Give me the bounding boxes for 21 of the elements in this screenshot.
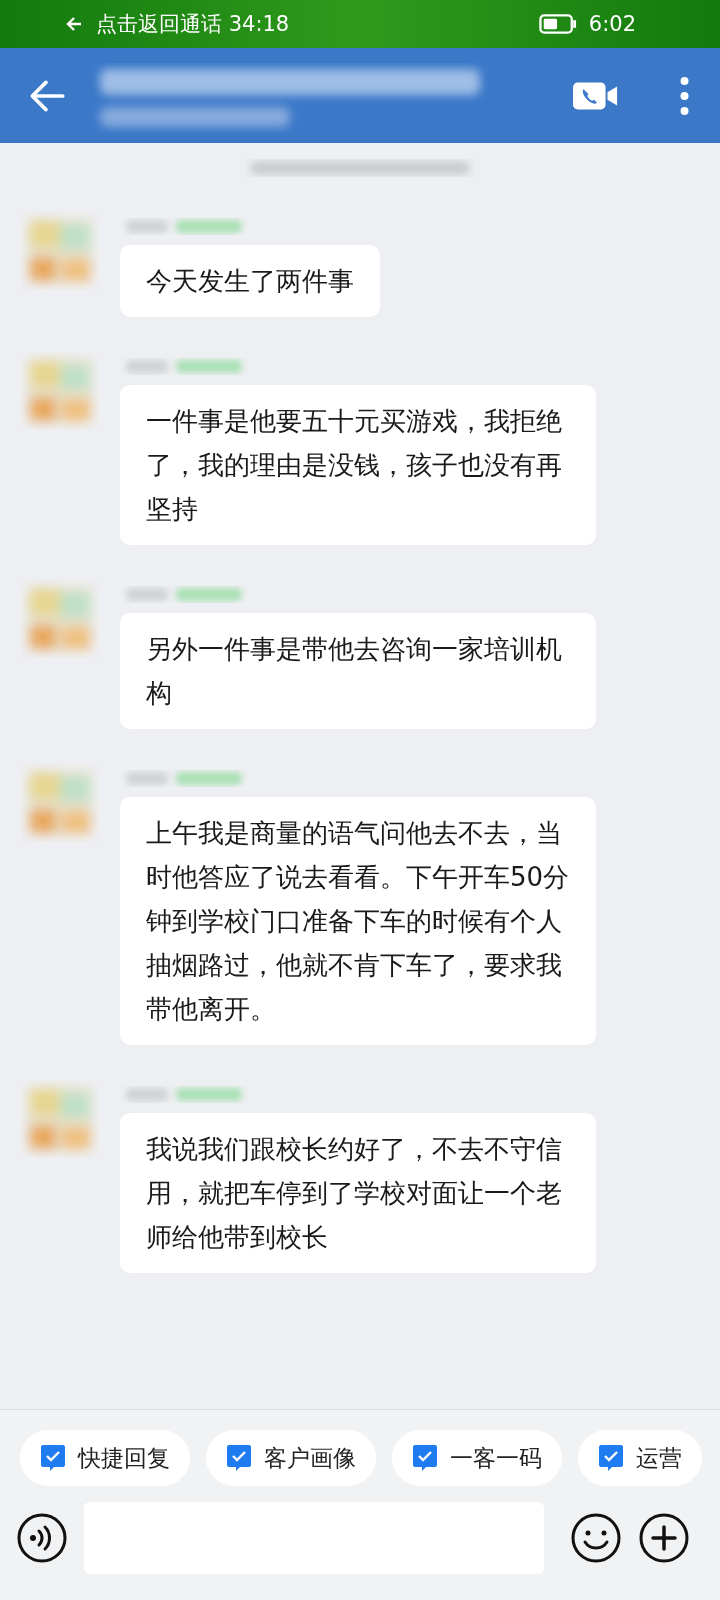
voice-icon[interactable] (16, 1512, 68, 1564)
message-bubble: 另外一件事是带他去咨询一家培训机构 (120, 613, 596, 729)
call-banner[interactable]: 点击返回通话 34:18 (96, 10, 290, 38)
plus-icon[interactable] (638, 1512, 690, 1564)
message-bubble: 一件事是他要五十元买游戏，我拒绝了，我的理由是没钱，孩子也没有再坚持 (120, 385, 596, 545)
message-bubble: 上午我是商量的语气问他去不去，当时他答应了说去看看。下午开车50分钟到学校门口准备下车的时候有个人抽烟路过，他就不肯下车了，要求我带他离开。 (120, 797, 596, 1045)
more-menu-icon[interactable] (679, 75, 690, 116)
quick-action-chip[interactable]: 一客一码 (392, 1430, 562, 1486)
checked-message-icon (40, 1444, 66, 1472)
message-bubble: 今天发生了两件事 (120, 245, 380, 317)
message-bubble: 我说我们跟校长约好了，不去不守信用，就把车停到了学校对面让一个老师给他带到校长 (120, 1113, 596, 1273)
video-call-icon[interactable] (573, 80, 619, 111)
checked-message-icon (412, 1444, 438, 1472)
emoji-icon[interactable] (570, 1512, 622, 1564)
quick-action-chip[interactable]: 客户画像 (206, 1430, 376, 1486)
quick-action-chip[interactable]: 快捷回复 (20, 1430, 190, 1486)
clock-time: 6:02 (588, 12, 636, 36)
checked-message-icon (226, 1444, 252, 1472)
checked-message-icon (598, 1444, 624, 1472)
quick-action-chip[interactable]: 运营 (578, 1430, 702, 1486)
battery-icon (538, 13, 577, 35)
